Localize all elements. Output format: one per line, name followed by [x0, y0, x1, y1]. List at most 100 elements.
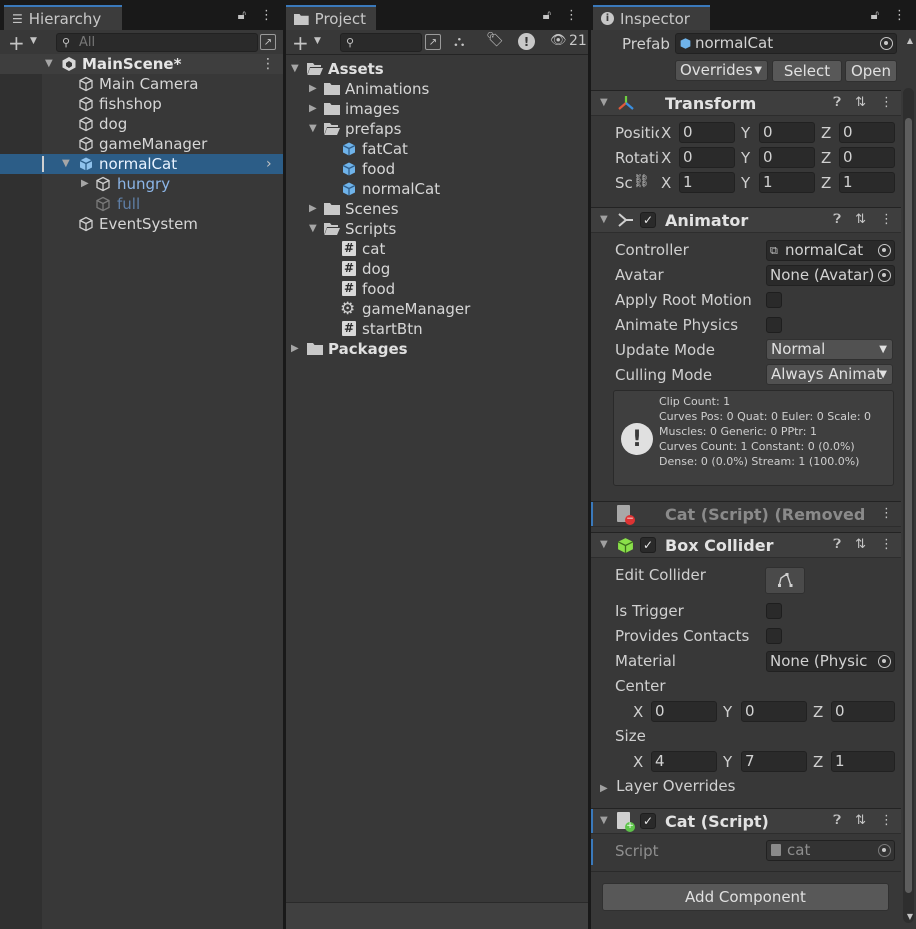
tab-inspector[interactable]: i Inspector: [593, 5, 710, 30]
presets-icon[interactable]: ⇅: [855, 95, 866, 110]
help-icon[interactable]: ❓︎: [833, 212, 841, 227]
fold-arrow-icon[interactable]: ▼: [309, 219, 317, 239]
lock-icon[interactable]: 🔓︎: [238, 8, 246, 23]
hierarchy-item-gamemanager[interactable]: gameManager: [0, 134, 283, 154]
hierarchy-item-fishshop[interactable]: fishshop: [0, 94, 283, 114]
hierarchy-search-input[interactable]: ⚲ All: [56, 33, 258, 52]
fold-arrow-icon[interactable]: ▼: [600, 815, 608, 826]
project-item-prefaps[interactable]: ▼ prefaps: [286, 119, 588, 139]
scale-z-field[interactable]: 1: [839, 172, 895, 193]
help-icon[interactable]: ❓︎: [833, 537, 841, 552]
kebab-menu-icon[interactable]: ⋮: [880, 537, 893, 552]
project-item-cat-script[interactable]: # cat: [286, 239, 588, 259]
project-search-input[interactable]: ⚲: [340, 33, 422, 52]
object-picker-icon[interactable]: [878, 244, 891, 257]
select-button[interactable]: Select: [772, 60, 842, 82]
presets-icon[interactable]: ⇅: [855, 813, 866, 828]
project-item-packages[interactable]: ▶ Packages: [286, 339, 588, 359]
scale-x-field[interactable]: 1: [679, 172, 735, 193]
fold-arrow-icon[interactable]: ▼: [600, 214, 608, 225]
project-item-fatcat[interactable]: fatCat: [286, 139, 588, 159]
hierarchy-item-main-camera[interactable]: Main Camera: [0, 74, 283, 94]
layer-overrides-foldout[interactable]: ▶ Layer Overrides: [600, 777, 735, 797]
fold-arrow-icon[interactable]: ▼: [291, 59, 299, 79]
kebab-menu-icon[interactable]: ⋮: [565, 8, 578, 23]
search-by-label-icon[interactable]: 🏷︎: [486, 32, 504, 48]
apply-root-motion-checkbox[interactable]: [766, 292, 782, 308]
chevron-down-icon[interactable]: ▼: [314, 36, 321, 46]
update-mode-dropdown[interactable]: Normal ▼: [766, 339, 893, 360]
hierarchy-item-normalcat[interactable]: ▼ normalCat ›: [0, 154, 283, 174]
object-picker-icon[interactable]: [878, 655, 891, 668]
object-picker-icon[interactable]: [878, 269, 891, 282]
fold-arrow-icon[interactable]: ▶: [309, 199, 317, 219]
project-item-dog-script[interactable]: # dog: [286, 259, 588, 279]
add-component-button[interactable]: Add Component: [602, 883, 889, 911]
fold-arrow-icon[interactable]: ▼: [600, 539, 608, 550]
project-item-normalcat[interactable]: normalCat: [286, 179, 588, 199]
scroll-down-icon[interactable]: ▼: [907, 912, 913, 921]
culling-mode-dropdown[interactable]: Always Animat ▼: [766, 364, 893, 385]
project-item-animations[interactable]: ▶ Animations: [286, 79, 588, 99]
scene-row[interactable]: ▼ MainScene* ⋮: [0, 54, 283, 74]
center-x-field[interactable]: 0: [651, 701, 717, 722]
hierarchy-item-dog[interactable]: dog: [0, 114, 283, 134]
fold-arrow-icon[interactable]: ▼: [62, 154, 70, 174]
scroll-up-icon[interactable]: ▲: [907, 36, 913, 45]
kebab-menu-icon[interactable]: ⋮: [880, 813, 893, 828]
overrides-dropdown[interactable]: Overrides ▼: [675, 60, 768, 81]
kebab-menu-icon[interactable]: ⋮: [880, 212, 893, 227]
avatar-field[interactable]: None (Avatar): [766, 265, 895, 286]
project-item-food-prefab[interactable]: food: [286, 159, 588, 179]
animator-enabled-checkbox[interactable]: ✓: [640, 212, 656, 228]
size-y-field[interactable]: 7: [741, 751, 807, 772]
log-types-icon[interactable]: !: [518, 33, 535, 50]
controller-field[interactable]: ⧉ normalCat: [766, 240, 895, 261]
kebab-menu-icon[interactable]: ⋮: [893, 8, 906, 23]
removed-script-header[interactable]: − Cat (Script) (Removed ⋮: [591, 501, 901, 527]
tab-hierarchy[interactable]: ☰ Hierarchy: [4, 5, 122, 30]
object-picker-icon[interactable]: [878, 844, 891, 857]
project-item-scripts[interactable]: ▼ Scripts: [286, 219, 588, 239]
project-item-gamemanager-script[interactable]: ⚙ gameManager: [286, 299, 588, 319]
rotation-y-field[interactable]: 0: [759, 147, 815, 168]
scale-y-field[interactable]: 1: [759, 172, 815, 193]
cat-script-header[interactable]: ▼ + ✓ Cat (Script) ❓︎ ⇅ ⋮: [591, 808, 901, 834]
object-picker-icon[interactable]: [880, 37, 893, 50]
create-plus-icon[interactable]: +: [292, 31, 309, 55]
fold-arrow-icon[interactable]: ▼: [600, 97, 608, 108]
fold-arrow-icon[interactable]: ▼: [309, 119, 317, 139]
fold-arrow-icon[interactable]: ▶: [81, 174, 89, 194]
presets-icon[interactable]: ⇅: [855, 212, 866, 227]
kebab-menu-icon[interactable]: ⋮: [880, 506, 893, 521]
fold-arrow-icon[interactable]: ▶: [309, 79, 317, 99]
size-x-field[interactable]: 4: [651, 751, 717, 772]
lock-icon[interactable]: 🔓︎: [543, 8, 551, 23]
hierarchy-item-full[interactable]: full: [0, 194, 283, 214]
scrollbar-thumb[interactable]: [905, 118, 912, 893]
expand-search-icon[interactable]: ↗: [260, 34, 276, 50]
help-icon[interactable]: ❓︎: [833, 813, 841, 828]
expand-search-icon[interactable]: ↗: [425, 34, 441, 50]
hierarchy-item-eventsystem[interactable]: EventSystem: [0, 214, 283, 234]
size-z-field[interactable]: 1: [831, 751, 895, 772]
material-field[interactable]: None (Physic: [766, 651, 895, 672]
kebab-menu-icon[interactable]: ⋮: [880, 95, 893, 110]
center-z-field[interactable]: 0: [831, 701, 895, 722]
hidden-packages-icon[interactable]: 👁︎: [550, 33, 567, 48]
prefab-object-field[interactable]: normalCat: [675, 33, 897, 54]
link-broken-icon[interactable]: ⛓: [633, 174, 650, 189]
is-trigger-checkbox[interactable]: [766, 603, 782, 619]
kebab-menu-icon[interactable]: ⋮: [260, 8, 273, 23]
edit-collider-button[interactable]: [765, 567, 805, 594]
box-collider-enabled-checkbox[interactable]: ✓: [640, 537, 656, 553]
provides-contacts-checkbox[interactable]: [766, 628, 782, 644]
position-x-field[interactable]: 0: [679, 122, 735, 143]
box-collider-header[interactable]: ▼ ✓ Box Collider ❓︎ ⇅ ⋮: [591, 532, 901, 558]
kebab-menu-icon[interactable]: ⋮: [261, 54, 275, 74]
animate-physics-checkbox[interactable]: [766, 317, 782, 333]
project-item-food-script[interactable]: # food: [286, 279, 588, 299]
position-z-field[interactable]: 0: [839, 122, 895, 143]
inspector-scrollbar[interactable]: [903, 88, 914, 923]
rotation-x-field[interactable]: 0: [679, 147, 735, 168]
